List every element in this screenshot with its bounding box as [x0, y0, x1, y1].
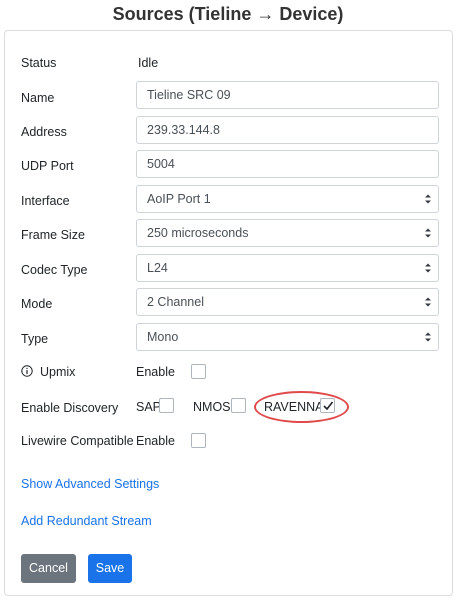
ravenna-highlight-circle [254, 391, 349, 423]
address-input[interactable]: 239.33.144.8 [136, 116, 439, 144]
frame-size-select[interactable]: 250 microseconds [136, 219, 439, 247]
livewire-checkbox[interactable] [191, 433, 206, 448]
select-arrows-icon [425, 228, 431, 238]
select-arrows-icon [425, 297, 431, 307]
add-redundant-stream-link[interactable]: Add Redundant Stream [21, 514, 152, 528]
udp-port-input[interactable]: 5004 [136, 150, 439, 178]
nmos-checkbox[interactable] [231, 398, 246, 413]
udp-port-label: UDP Port [21, 159, 74, 173]
frame-size-selected: 250 microseconds [147, 226, 249, 240]
upmix-label: Upmix [40, 365, 76, 379]
select-arrows-icon [425, 194, 431, 204]
mode-select[interactable]: 2 Channel [136, 288, 439, 316]
enable-discovery-label: Enable Discovery [21, 401, 119, 415]
sap-label: SAP [136, 400, 162, 414]
type-label: Type [21, 332, 49, 346]
name-label: Name [21, 91, 55, 105]
status-value: Idle [138, 56, 159, 70]
upmix-enable-label: Enable [136, 365, 175, 379]
type-selected: Mono [147, 330, 179, 344]
source-form-panel: Status Idle Name Tieline SRC 09 Address … [4, 30, 453, 596]
type-select[interactable]: Mono [136, 323, 439, 351]
sap-checkbox[interactable] [159, 398, 174, 413]
livewire-label: Livewire Compatible [21, 434, 134, 448]
show-advanced-settings-link[interactable]: Show Advanced Settings [21, 477, 159, 491]
select-arrows-icon [425, 332, 431, 342]
interface-selected: AoIP Port 1 [147, 192, 211, 206]
cancel-button[interactable]: Cancel [21, 554, 76, 583]
info-circle-icon[interactable] [21, 365, 33, 377]
name-input[interactable]: Tieline SRC 09 [136, 81, 439, 109]
codec-type-selected: L24 [147, 261, 168, 275]
status-label: Status [21, 56, 57, 70]
interface-label: Interface [21, 194, 70, 208]
save-button[interactable]: Save [88, 554, 132, 583]
mode-selected: 2 Channel [147, 295, 204, 309]
address-label: Address [21, 125, 67, 139]
select-arrows-icon [425, 263, 431, 273]
codec-type-label: Codec Type [21, 263, 88, 277]
frame-size-label: Frame Size [21, 228, 85, 242]
mode-label: Mode [21, 297, 53, 311]
page-title: Sources (Tieline → Device) [112, 4, 344, 24]
nmos-label: NMOS [193, 400, 231, 414]
upmix-checkbox[interactable] [191, 364, 206, 379]
codec-type-select[interactable]: L24 [136, 254, 439, 282]
livewire-enable-label: Enable [136, 434, 175, 448]
interface-select[interactable]: AoIP Port 1 [136, 185, 439, 213]
